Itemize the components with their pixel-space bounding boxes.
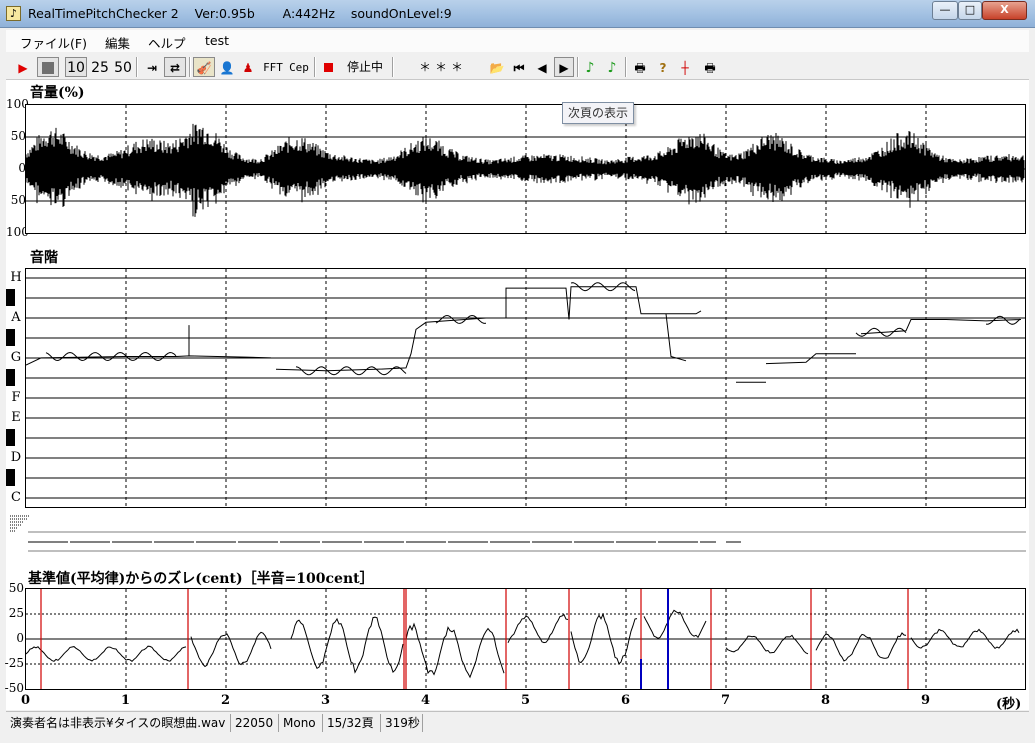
status-bar: 演奏者名は非表示¥タイスの瞑想曲.wav 22050 Mono 15/32頁 3… (6, 711, 1029, 733)
status-sample-rate: 22050 (231, 714, 279, 732)
prev-page-icon[interactable]: ◀ (533, 57, 551, 77)
scale-plot[interactable] (25, 268, 1026, 508)
status-channels: Mono (279, 714, 323, 732)
stars-display: ＊＊＊ (418, 60, 467, 74)
minimize-button[interactable]: — (932, 1, 958, 20)
status-duration: 319秒 (381, 714, 423, 732)
volume-y-label: 0 (18, 161, 26, 175)
printer-icon[interactable]: 🖶 (700, 57, 720, 77)
time-tick-label: 6 (621, 693, 631, 708)
app-icon: ♪ (6, 6, 21, 21)
note-label: D (10, 450, 22, 465)
note-alt-icon[interactable]: ♪ (603, 57, 621, 77)
menu-test[interactable]: test (205, 33, 229, 48)
note-strip (6, 510, 1026, 560)
note-label: A (11, 310, 21, 325)
fft-button[interactable]: FFT (261, 57, 285, 77)
maximize-button[interactable]: □ (958, 1, 982, 20)
menu-file[interactable]: ファイル(F) (20, 33, 87, 52)
note-label: E (11, 410, 21, 425)
speed-25-button[interactable]: 25 (90, 57, 110, 77)
piano-keys: H A G FE D C (6, 268, 25, 508)
next-page-icon[interactable]: ▶ (554, 57, 574, 77)
time-tick-label: 4 (421, 693, 431, 708)
play-icon[interactable]: ▶ (14, 57, 32, 77)
note-label: F (11, 390, 21, 405)
black-key (6, 289, 15, 306)
toolbar: ▶ 10 25 50 ⇥ ⇄ 🎻 👤 ♟ FFT Cep 停止中 ＊＊＊ 📂 ⏮… (6, 54, 1029, 80)
deviation-trace (405, 622, 505, 679)
chart-area: 音量(%) 100 50 0 50 100 音階 HAGFEDC 基準値(平均律… (4, 80, 1029, 712)
close-button[interactable]: X (982, 1, 1027, 20)
menu-edit[interactable]: 編集 (105, 33, 130, 52)
print-icon[interactable]: 🖶 (630, 57, 650, 77)
deviation-trace (815, 632, 907, 662)
volume-y-label: 50 (10, 193, 26, 207)
marker-icon[interactable]: ┼ (676, 57, 694, 77)
person-red-icon[interactable]: ♟ (239, 57, 257, 77)
note-label: H (10, 270, 22, 285)
deviation-plot[interactable] (25, 588, 1026, 690)
first-page-icon[interactable]: ⏮ (510, 57, 528, 77)
speed-50-button[interactable]: 50 (113, 57, 133, 77)
note-label: G (10, 350, 22, 365)
black-key (6, 369, 15, 386)
time-tick-label: 8 (821, 693, 831, 708)
deviation-trace (190, 631, 272, 668)
menu-help[interactable]: ヘルプ (148, 33, 186, 52)
title-bar[interactable]: ♪ RealTimePitchChecker 2 Ver:0.95b A:442… (0, 0, 1035, 28)
pitch-trace (665, 313, 687, 362)
loop-icon[interactable]: ⇄ (164, 57, 186, 77)
window-title: RealTimePitchChecker 2 Ver:0.95b A:442Hz… (28, 6, 452, 21)
cep-button[interactable]: Cep (287, 57, 311, 77)
speed-10-button[interactable]: 10 (65, 57, 87, 77)
deviation-y-label: -25 (4, 656, 24, 670)
pitch-trace (765, 353, 856, 365)
volume-title: 音量(%) (30, 85, 85, 101)
deviation-trace (725, 634, 809, 655)
stop-icon[interactable] (37, 57, 59, 77)
person-icon[interactable]: 👤 (218, 57, 236, 77)
note-label: C (11, 490, 21, 505)
time-unit: (秒) (996, 697, 1022, 712)
time-tick-label: 7 (721, 693, 731, 708)
playback-status: 停止中 (346, 60, 383, 74)
tooltip: 次頁の表示 (562, 102, 634, 124)
deviation-y-label: 50 (8, 581, 24, 595)
violin-icon[interactable]: 🎻 (193, 57, 215, 77)
black-key (6, 429, 15, 446)
pitch-trace (860, 319, 1022, 335)
deviation-y-label: 0 (16, 631, 24, 645)
time-tick-label: 9 (921, 693, 931, 708)
volume-y-label: 50 (10, 129, 26, 143)
note-icon[interactable]: ♪ (581, 57, 599, 77)
vibrato-trace (855, 327, 907, 337)
menu-bar: ファイル(F) 編集 ヘルプ test (6, 30, 1029, 52)
deviation-y-label: 25 (8, 606, 24, 620)
black-key (6, 329, 15, 346)
volume-y-label: 100 (6, 97, 29, 111)
black-key (6, 469, 15, 486)
status-filename: 演奏者名は非表示¥タイスの瞑想曲.wav (6, 714, 231, 732)
open-folder-icon[interactable]: 📂 (487, 57, 507, 77)
status-page: 15/32頁 (323, 714, 381, 732)
record-stop-icon[interactable] (320, 57, 336, 77)
volume-waveform (26, 123, 1025, 217)
deviation-title: 基準値(平均律)からのズレ(cent)［半音=100cent］ (28, 571, 374, 587)
time-axis: (秒) 0 1 2 3 4 5 6 7 8 9 (6, 691, 1029, 712)
time-tick-label: 1 (121, 693, 131, 708)
help-icon[interactable]: ? (654, 57, 672, 77)
time-tick-label: 2 (221, 693, 231, 708)
time-tick-label: 3 (321, 693, 331, 708)
scale-title: 音階 (30, 250, 58, 266)
volume-plot[interactable] (25, 104, 1026, 234)
app-window: ♪ RealTimePitchChecker 2 Ver:0.95b A:442… (0, 0, 1035, 743)
deviation-trace (26, 645, 187, 662)
pitch-trace (505, 286, 702, 320)
pitch-trace (275, 317, 487, 372)
volume-y-label: 100 (6, 225, 29, 239)
time-tick-label: 0 (21, 693, 31, 708)
jump-to-end-icon[interactable]: ⇥ (142, 57, 162, 77)
time-tick-label: 5 (521, 693, 531, 708)
